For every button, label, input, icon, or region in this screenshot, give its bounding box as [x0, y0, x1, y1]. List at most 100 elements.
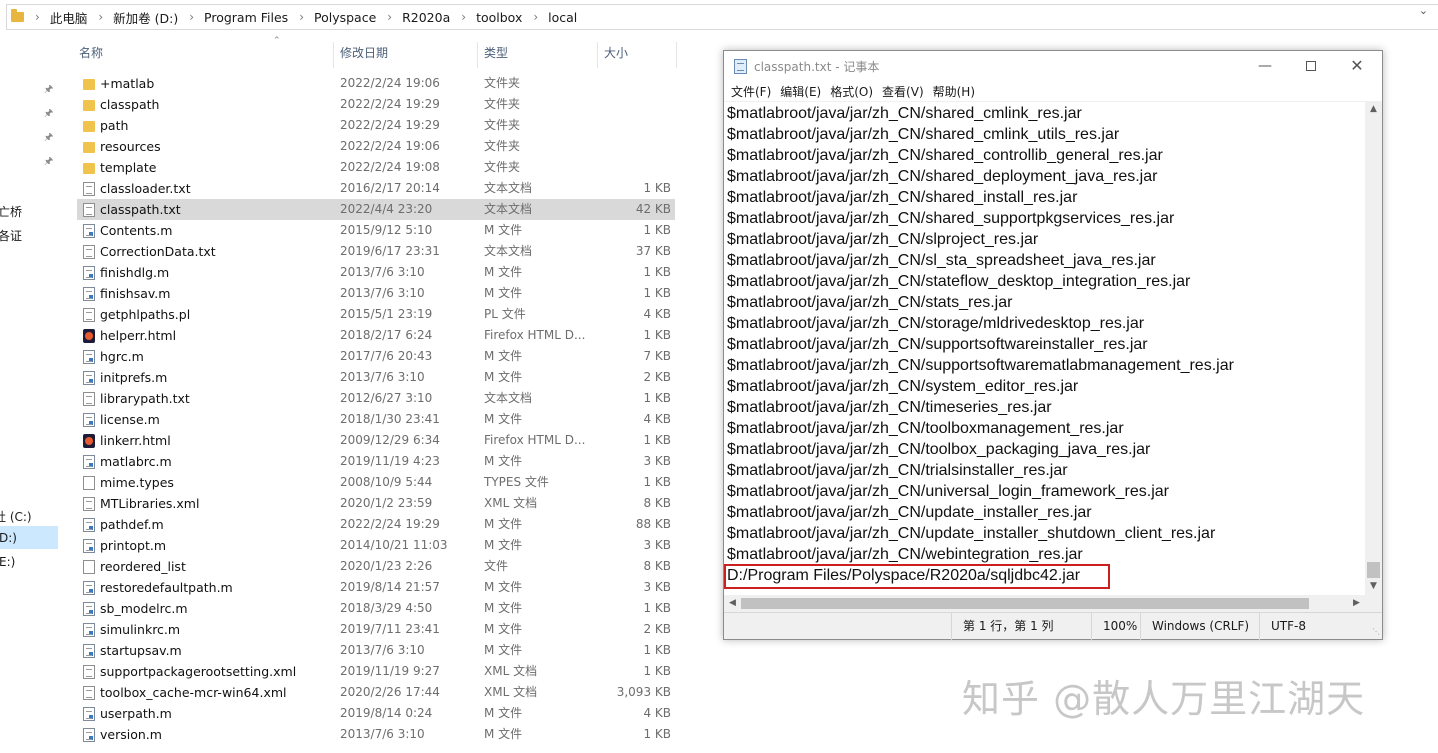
- file-row[interactable]: finishdlg.m 2013/7/6 3:10 M 文件 1 KB: [77, 262, 675, 283]
- vertical-scroll-thumb[interactable]: [1367, 562, 1380, 578]
- chevron-right-icon[interactable]: ›: [98, 10, 103, 24]
- file-row[interactable]: printopt.m 2014/10/21 11:03 M 文件 3 KB: [77, 535, 675, 556]
- file-row[interactable]: mime.types 2008/10/9 5:44 TYPES 文件 1 KB: [77, 472, 675, 493]
- minimize-button[interactable]: —: [1242, 51, 1288, 81]
- chevron-right-icon[interactable]: ›: [387, 10, 392, 24]
- menu-format[interactable]: 格式(O): [830, 81, 873, 101]
- pin-icon[interactable]: 🖈: [44, 108, 53, 119]
- status-encoding: UTF-8: [1259, 613, 1382, 640]
- file-row[interactable]: classloader.txt 2016/2/17 20:14 文本文档 1 KB: [77, 178, 675, 199]
- chevron-right-icon[interactable]: ›: [35, 10, 40, 24]
- file-row[interactable]: librarypath.txt 2012/6/27 3:10 文本文档 1 KB: [77, 388, 675, 409]
- file-row[interactable]: classpath.txt 2022/4/4 23:20 文本文档 42 KB: [77, 199, 675, 220]
- breadcrumb-item[interactable]: 新加卷 (D:): [113, 8, 178, 27]
- file-row[interactable]: supportpackagerootsetting.xml 2019/11/19 …: [77, 661, 675, 682]
- menu-help[interactable]: 帮助(H): [933, 81, 975, 101]
- file-row[interactable]: restoredefaultpath.m 2019/8/14 21:57 M 文件 3…: [77, 577, 675, 598]
- maximize-button[interactable]: [1288, 51, 1334, 81]
- file-row[interactable]: pathdef.m 2022/2/24 19:29 M 文件 88 KB: [77, 514, 675, 535]
- text-line: $matlabroot/java/jar/zh_CN/sl_sta_spread…: [727, 252, 1156, 269]
- text-line: $matlabroot/java/jar/zh_CN/update_instal…: [727, 504, 1092, 521]
- file-row[interactable]: hgrc.m 2017/7/6 20:43 M 文件 7 KB: [77, 346, 675, 367]
- file-row[interactable]: toolbox_cache-mcr-win64.xml 2020/2/26 17:…: [77, 682, 675, 703]
- chevron-right-icon[interactable]: ›: [299, 10, 304, 24]
- scroll-right-icon[interactable]: ▶: [1348, 595, 1365, 612]
- nav-item-fragment[interactable]: 各证: [0, 227, 22, 244]
- file-date: 2008/10/9 5:44: [340, 475, 433, 489]
- breadcrumb[interactable]: › 此电脑 › 新加卷 (D:) › Program Files › Polyspace › R2…: [6, 4, 1438, 30]
- chevron-right-icon[interactable]: ›: [461, 10, 466, 24]
- file-type: M 文件: [484, 622, 523, 636]
- file-row[interactable]: getphlpaths.pl 2015/5/1 23:19 PL 文件 4 KB: [77, 304, 675, 325]
- file-row[interactable]: userpath.m 2019/8/14 0:24 M 文件 4 KB: [77, 703, 675, 724]
- pin-icon[interactable]: 🖈: [44, 132, 53, 143]
- pin-icon[interactable]: 🖈: [44, 156, 53, 167]
- file-row[interactable]: CorrectionData.txt 2019/6/17 23:31 文本文档 37 …: [77, 241, 675, 262]
- menu-view[interactable]: 查看(V): [882, 81, 924, 101]
- menu-file[interactable]: 文件(F): [731, 81, 771, 101]
- file-row[interactable]: matlabrc.m 2019/11/19 4:23 M 文件 3 KB: [77, 451, 675, 472]
- file-date: 2022/2/24 19:06: [340, 76, 440, 90]
- scroll-up-icon[interactable]: ▲: [1365, 101, 1382, 118]
- file-row[interactable]: template 2022/2/24 19:08 文件夹: [77, 157, 675, 178]
- file-row[interactable]: sb_modelrc.m 2018/3/29 4:50 M 文件 1 KB: [77, 598, 675, 619]
- file-row[interactable]: version.m 2013/7/6 3:10 M 文件 1 KB: [77, 724, 675, 745]
- vertical-scrollbar[interactable]: ▲ ▼: [1365, 101, 1382, 595]
- file-name: Contents.m: [100, 223, 173, 238]
- file-date: 2018/3/29 4:50: [340, 601, 433, 615]
- text-editor-area[interactable]: $matlabroot/java/jar/zh_CN/shared_cmlink…: [724, 101, 1365, 595]
- horizontal-scrollbar[interactable]: ◀ ▶: [724, 595, 1365, 612]
- file-row[interactable]: classpath 2022/2/24 19:29 文件夹: [77, 94, 675, 115]
- scroll-left-icon[interactable]: ◀: [724, 595, 741, 612]
- nav-drive-d[interactable]: D:): [0, 531, 17, 545]
- menu-edit[interactable]: 编辑(E): [780, 81, 821, 101]
- file-row[interactable]: path 2022/2/24 19:29 文件夹: [77, 115, 675, 136]
- file-row[interactable]: finishsav.m 2013/7/6 3:10 M 文件 1 KB: [77, 283, 675, 304]
- file-row[interactable]: +matlab 2022/2/24 19:06 文件夹: [77, 73, 675, 94]
- file-row[interactable]: startupsav.m 2013/7/6 3:10 M 文件 1 KB: [77, 640, 675, 661]
- file-row[interactable]: reordered_list 2020/1/23 2:26 文件 8 KB: [77, 556, 675, 577]
- chevron-right-icon[interactable]: ›: [189, 10, 194, 24]
- horizontal-scroll-thumb[interactable]: [741, 598, 1309, 609]
- scroll-down-icon[interactable]: ▼: [1365, 578, 1382, 595]
- breadcrumb-item[interactable]: local: [548, 10, 577, 25]
- column-divider[interactable]: [477, 42, 478, 68]
- resize-grip-icon[interactable]: ⋱: [1370, 627, 1380, 637]
- file-row[interactable]: resources 2022/2/24 19:06 文件夹: [77, 136, 675, 157]
- chevron-right-icon[interactable]: ›: [533, 10, 538, 24]
- file-row[interactable]: Contents.m 2015/9/12 5:10 M 文件 1 KB: [77, 220, 675, 241]
- column-divider[interactable]: [676, 42, 677, 68]
- column-header-size[interactable]: 大小: [599, 42, 628, 64]
- nav-item-fragment[interactable]: 亡桥: [0, 203, 22, 220]
- column-header-type[interactable]: 类型: [479, 42, 508, 64]
- file-row[interactable]: license.m 2018/1/30 23:41 M 文件 4 KB: [77, 409, 675, 430]
- breadcrumb-item[interactable]: 此电脑: [50, 8, 88, 27]
- file-name: initprefs.m: [100, 370, 168, 385]
- file-row[interactable]: initprefs.m 2013/7/6 3:10 M 文件 2 KB: [77, 367, 675, 388]
- file-type: XML 文档: [484, 664, 538, 678]
- column-header-name[interactable]: 名称: [74, 42, 103, 64]
- nav-drive-c[interactable]: 牡 (C:): [0, 508, 32, 525]
- file-row[interactable]: simulinkrc.m 2019/7/11 23:41 M 文件 2 KB: [77, 619, 675, 640]
- file-type: M 文件: [484, 412, 523, 426]
- file-icon: [83, 413, 95, 427]
- notepad-title-bar[interactable]: classpath.txt - 记事本 — ✕: [724, 51, 1382, 81]
- breadcrumb-item[interactable]: Polyspace: [314, 10, 376, 25]
- breadcrumb-item[interactable]: Program Files: [204, 10, 288, 25]
- chevron-down-icon[interactable]: ⌄: [1419, 4, 1428, 17]
- column-header-date[interactable]: 修改日期: [335, 42, 388, 64]
- file-icon: [83, 245, 95, 259]
- file-row[interactable]: helperr.html 2018/2/17 6:24 Firefox HTML D…: [77, 325, 675, 346]
- file-row[interactable]: MTLibraries.xml 2020/1/2 23:59 XML 文档 8 KB: [77, 493, 675, 514]
- text-line: $matlabroot/java/jar/zh_CN/stats_res.jar: [727, 294, 1013, 311]
- pin-icon[interactable]: 🖈: [44, 84, 53, 95]
- nav-drive-e[interactable]: E:): [0, 555, 15, 569]
- breadcrumb-item[interactable]: toolbox: [476, 10, 522, 25]
- breadcrumb-item[interactable]: R2020a: [402, 10, 450, 25]
- file-size: 1 KB: [643, 664, 671, 678]
- file-date: 2022/2/24 19:29: [340, 97, 440, 111]
- column-divider[interactable]: [333, 42, 334, 68]
- column-divider[interactable]: [597, 42, 598, 68]
- file-row[interactable]: linkerr.html 2009/12/29 6:34 Firefox HTML …: [77, 430, 675, 451]
- close-button[interactable]: ✕: [1334, 51, 1380, 81]
